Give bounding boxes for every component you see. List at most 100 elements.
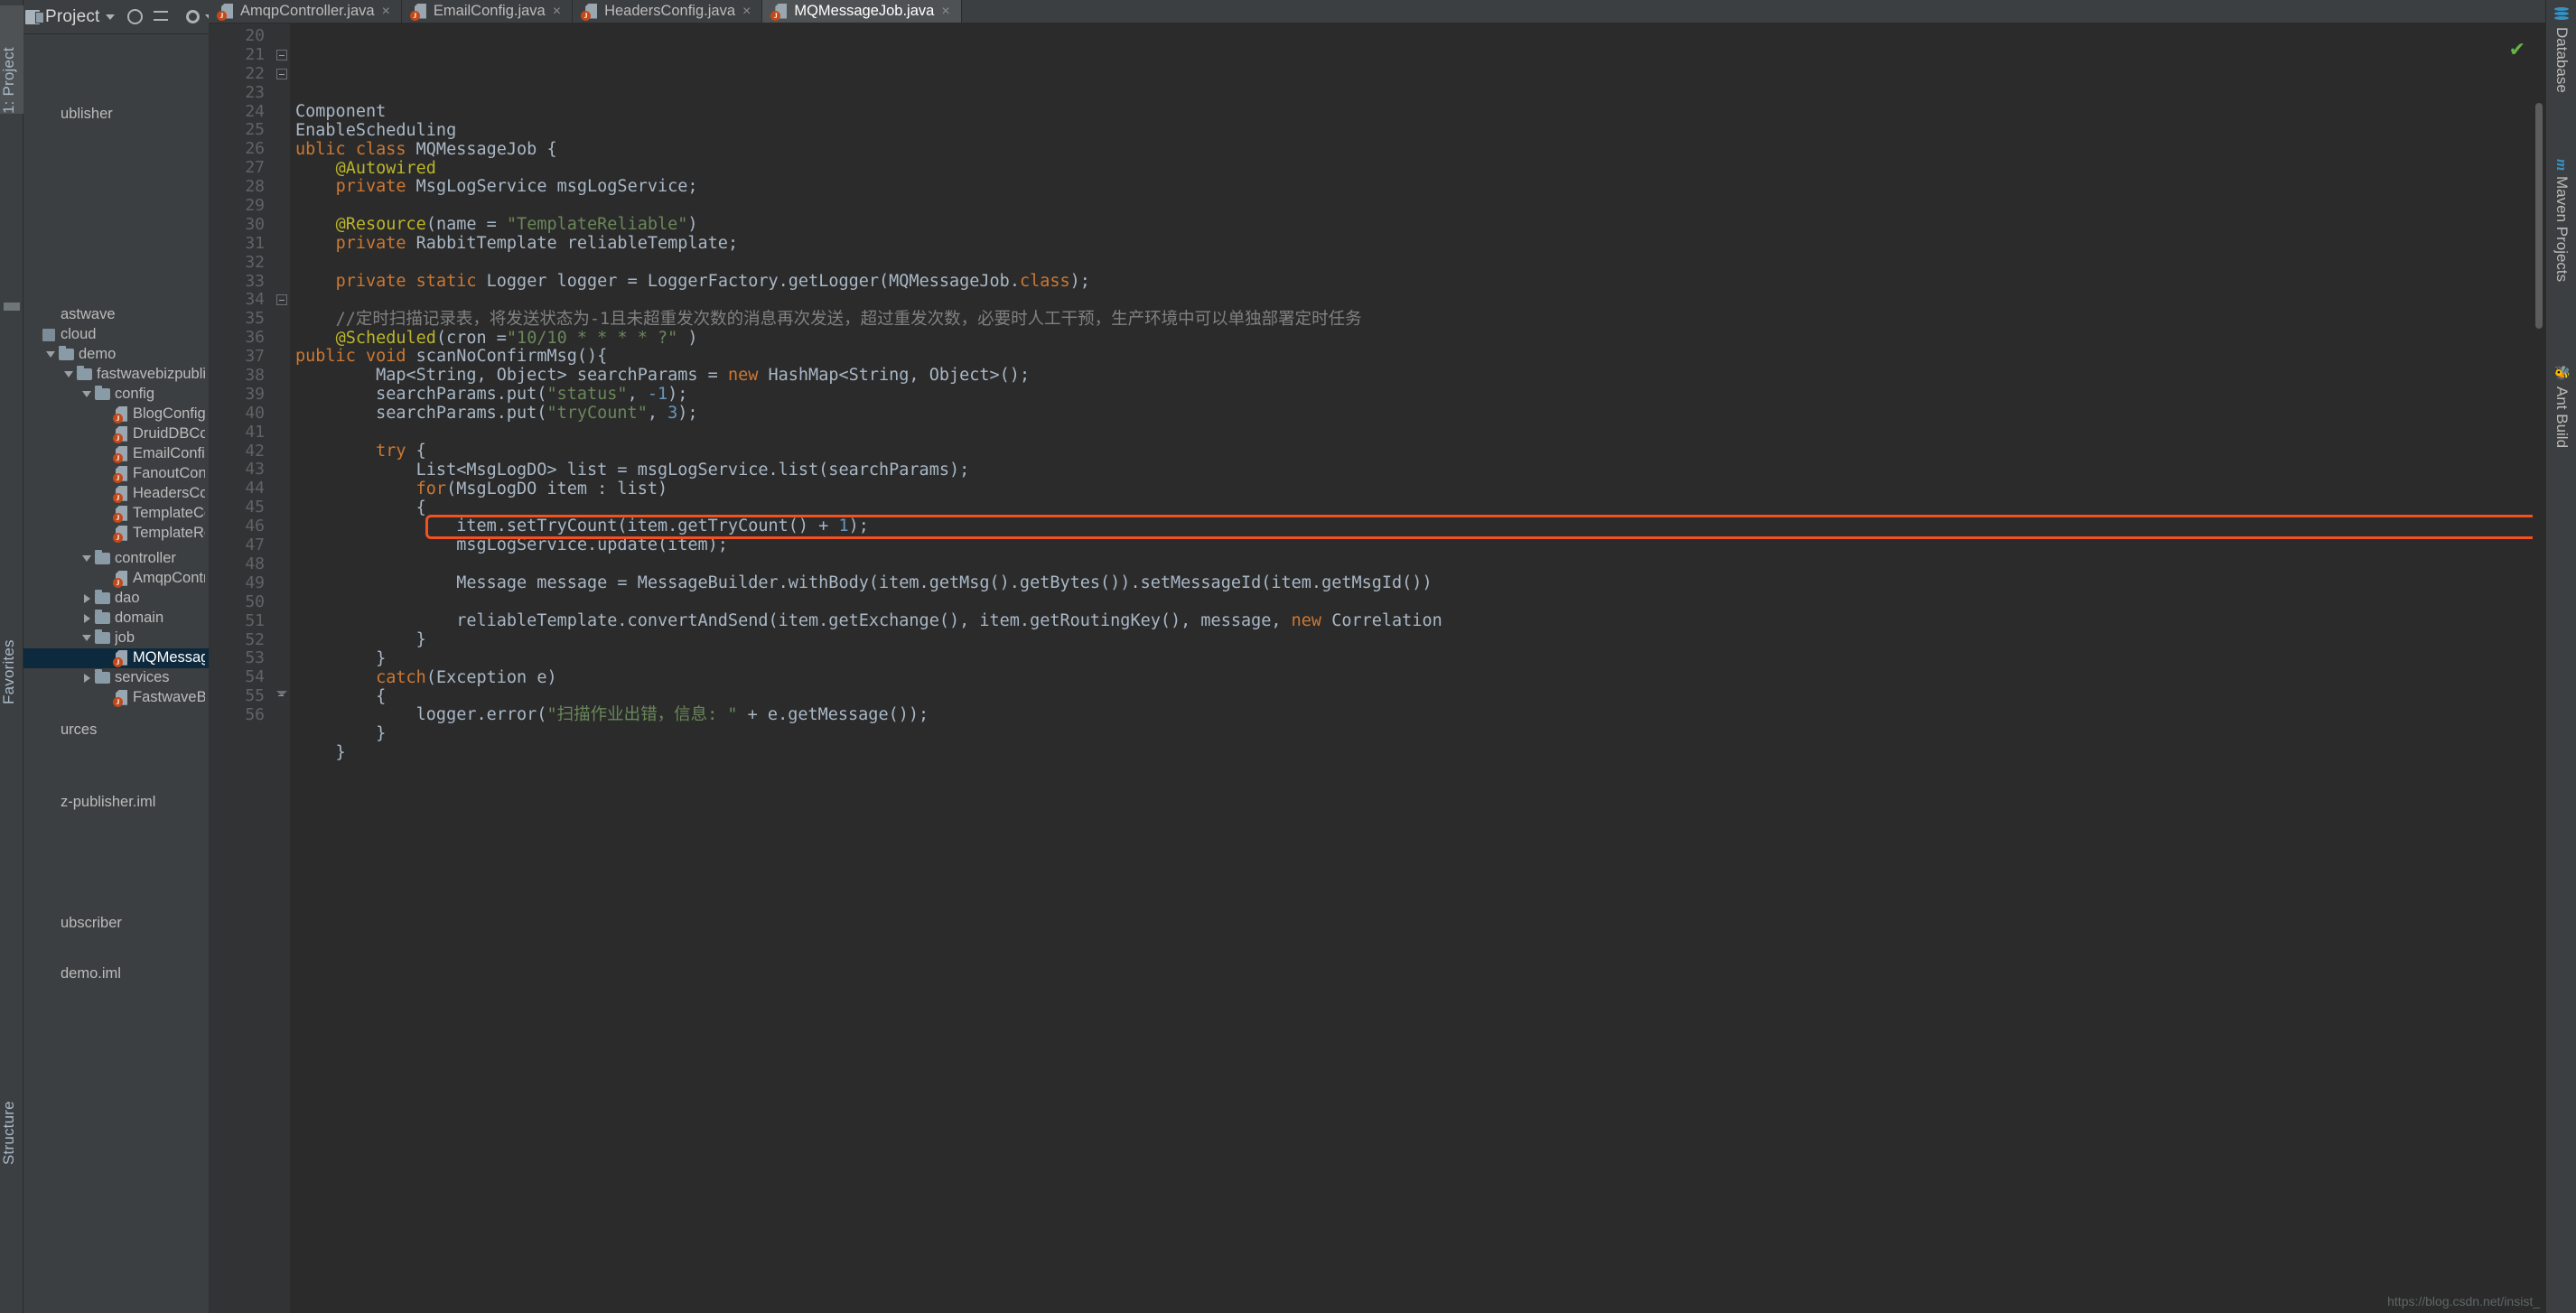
java-file-icon: J [112,570,129,588]
code-token: Message message = MessageBuilder.withBod… [295,573,1433,593]
line-number: 56 [245,705,265,725]
fold-slot [274,555,290,574]
fold-slot [274,348,290,367]
java-file-icon: J [770,3,788,21]
left-tab-structure[interactable]: Structure [0,1048,23,1165]
tree-item-services[interactable]: services [23,668,209,688]
tree-item-blogconfig[interactable]: JBlogConfig.java [23,405,209,424]
left-tab-favorites[interactable]: Favorites [0,596,23,704]
line-number: 34 [245,290,265,310]
folder-icon [94,610,111,625]
tree-item-mqmessagejob[interactable]: JMQMessageJob.java [23,648,209,668]
chevron-down-icon[interactable] [61,371,76,378]
tree-item-headersconfig[interactable]: JHeadersConfig.java [23,484,209,504]
folder-icon [76,366,93,381]
maven-icon: m [2553,159,2571,172]
editor-tab-mqmessagejob[interactable]: J MQMessageJob.java × [762,0,962,23]
code-token: ); [667,385,688,405]
tree-item-subscriber[interactable]: ubscriber [23,914,209,934]
fold-slot[interactable] [274,65,290,84]
close-icon[interactable]: × [553,4,561,19]
inspection-ok-icon[interactable]: ✔ [2509,38,2525,61]
close-icon[interactable]: × [742,4,751,19]
tree-item-controller[interactable]: controller [23,549,209,569]
chevron-right-icon[interactable] [79,673,94,683]
tree-item-emailconfig[interactable]: JEmailConfig.java [23,444,209,464]
fold-slot[interactable] [274,46,290,65]
editor-tab-emailconfig[interactable]: J EmailConfig.java × [401,0,574,23]
code-line: @Resource(name = "TemplateReliable") [295,215,2545,235]
chevron-right-icon[interactable] [79,613,94,623]
tree-item-demo[interactable]: demo [23,345,209,365]
code-token: void [365,347,416,367]
tree-item-fastwavebizpublisher[interactable]: fastwavebizpublisher [23,365,209,385]
code-folding-column[interactable] [274,23,290,1313]
fold-toggle-icon[interactable] [276,49,287,61]
chevron-down-icon[interactable] [105,14,115,20]
tree-item-templatereliableconfig[interactable]: JTemplateReliableConfig.java [23,524,209,544]
fold-toggle-icon[interactable] [276,294,287,306]
tree-item-cloud[interactable]: cloud [23,325,209,345]
code-line: ublic class MQMessageJob { [295,140,2545,160]
folder-icon [94,550,111,565]
editor-body: 20 21 22 23 24 25 26 27 28 29 30 31 32 33 34 35 36 37 38 39… [209,23,2545,1313]
tree-item-publisher[interactable]: ublisher [23,105,209,125]
tree-item-templateconfig[interactable]: JTemplateConfig.java [23,504,209,524]
fold-slot[interactable] [274,291,290,310]
left-tab-project[interactable]: 1: Project [0,5,23,114]
chevron-down-icon[interactable] [43,351,58,359]
line-number: 23 [245,82,265,102]
code-line: Message message = MessageBuilder.withBod… [295,573,2545,593]
tree-item-dao[interactable]: dao [23,589,209,609]
fold-end-icon[interactable] [276,691,287,702]
code-line: msgLogService.update(item); [295,535,2545,555]
java-file-icon: J [112,445,129,463]
code-line: private static Logger logger = LoggerFac… [295,272,2545,292]
close-icon[interactable]: × [382,4,390,19]
code-line: private RabbitTemplate reliableTemplate; [295,234,2545,254]
code-token: } [295,648,387,668]
tree-item-iml[interactable]: z-publisher.iml [23,793,209,813]
code-line: catch(Exception e) [295,668,2545,688]
tree-item-label: EmailConfig.java [133,445,205,462]
tree-item-amqpcontroller[interactable]: JAmqpController.java [23,569,209,589]
close-icon[interactable]: × [941,4,949,19]
tree-item-label: ubscriber [61,915,122,932]
right-tab-ant[interactable]: 🐝 Ant Build [2546,361,2576,506]
tree-item-druiddbconfig[interactable]: JDruidDBConfig.java [23,424,209,444]
editor-tab-headersconfig[interactable]: J HeadersConfig.java × [573,0,763,23]
tree-item-label: DruidDBConfig.java [133,425,205,442]
collapse-all-icon[interactable] [153,11,168,23]
tree-item-resources[interactable]: urces [23,721,209,740]
editor-scrollbar-thumb[interactable] [2535,103,2543,329]
chevron-right-icon[interactable] [79,593,94,603]
tree-item-fastwave[interactable]: astwave [23,305,209,325]
left-tab-project-label: 1: Project [0,47,17,114]
fold-toggle-icon[interactable] [276,68,287,79]
chevron-down-icon[interactable] [79,555,94,563]
tree-item-demoiml[interactable]: demo.iml [23,964,209,984]
code-line: Component [295,102,2545,122]
project-tree[interactable]: ublisher astwave cloud demo fastwavebizpubli… [23,34,209,1313]
tree-item-job[interactable]: job [23,629,209,648]
code-content[interactable]: Component EnableScheduling ublic class MQM… [290,23,2545,1313]
tree-item-fanoutconfig[interactable]: JFanoutConfig.java [23,464,209,484]
code-line: Map<String, Object> searchParams = new H… [295,366,2545,386]
code-token: new [1291,610,1332,630]
tree-item-config[interactable]: config [23,385,209,405]
line-number: 20 [245,26,265,45]
right-tab-database[interactable]: Database [2546,4,2576,139]
chevron-down-icon[interactable] [79,391,94,398]
fold-slot[interactable] [274,687,290,706]
editor-tab-amqpcontroller[interactable]: J AmqpController.java × [209,0,402,23]
target-icon[interactable] [126,9,143,24]
tree-item-fastwavebizpublisherapp[interactable]: JFastwaveBizPublisherAp [23,688,209,708]
java-file-icon: J [112,649,129,667]
editor-scrollbar[interactable] [2533,23,2545,1313]
gear-icon[interactable] [185,10,200,23]
java-file-icon: J [409,3,426,21]
tree-item-domain[interactable]: domain [23,609,209,629]
chevron-down-icon[interactable] [79,635,94,642]
right-tab-maven[interactable]: m Maven Projects [2546,155,2576,345]
